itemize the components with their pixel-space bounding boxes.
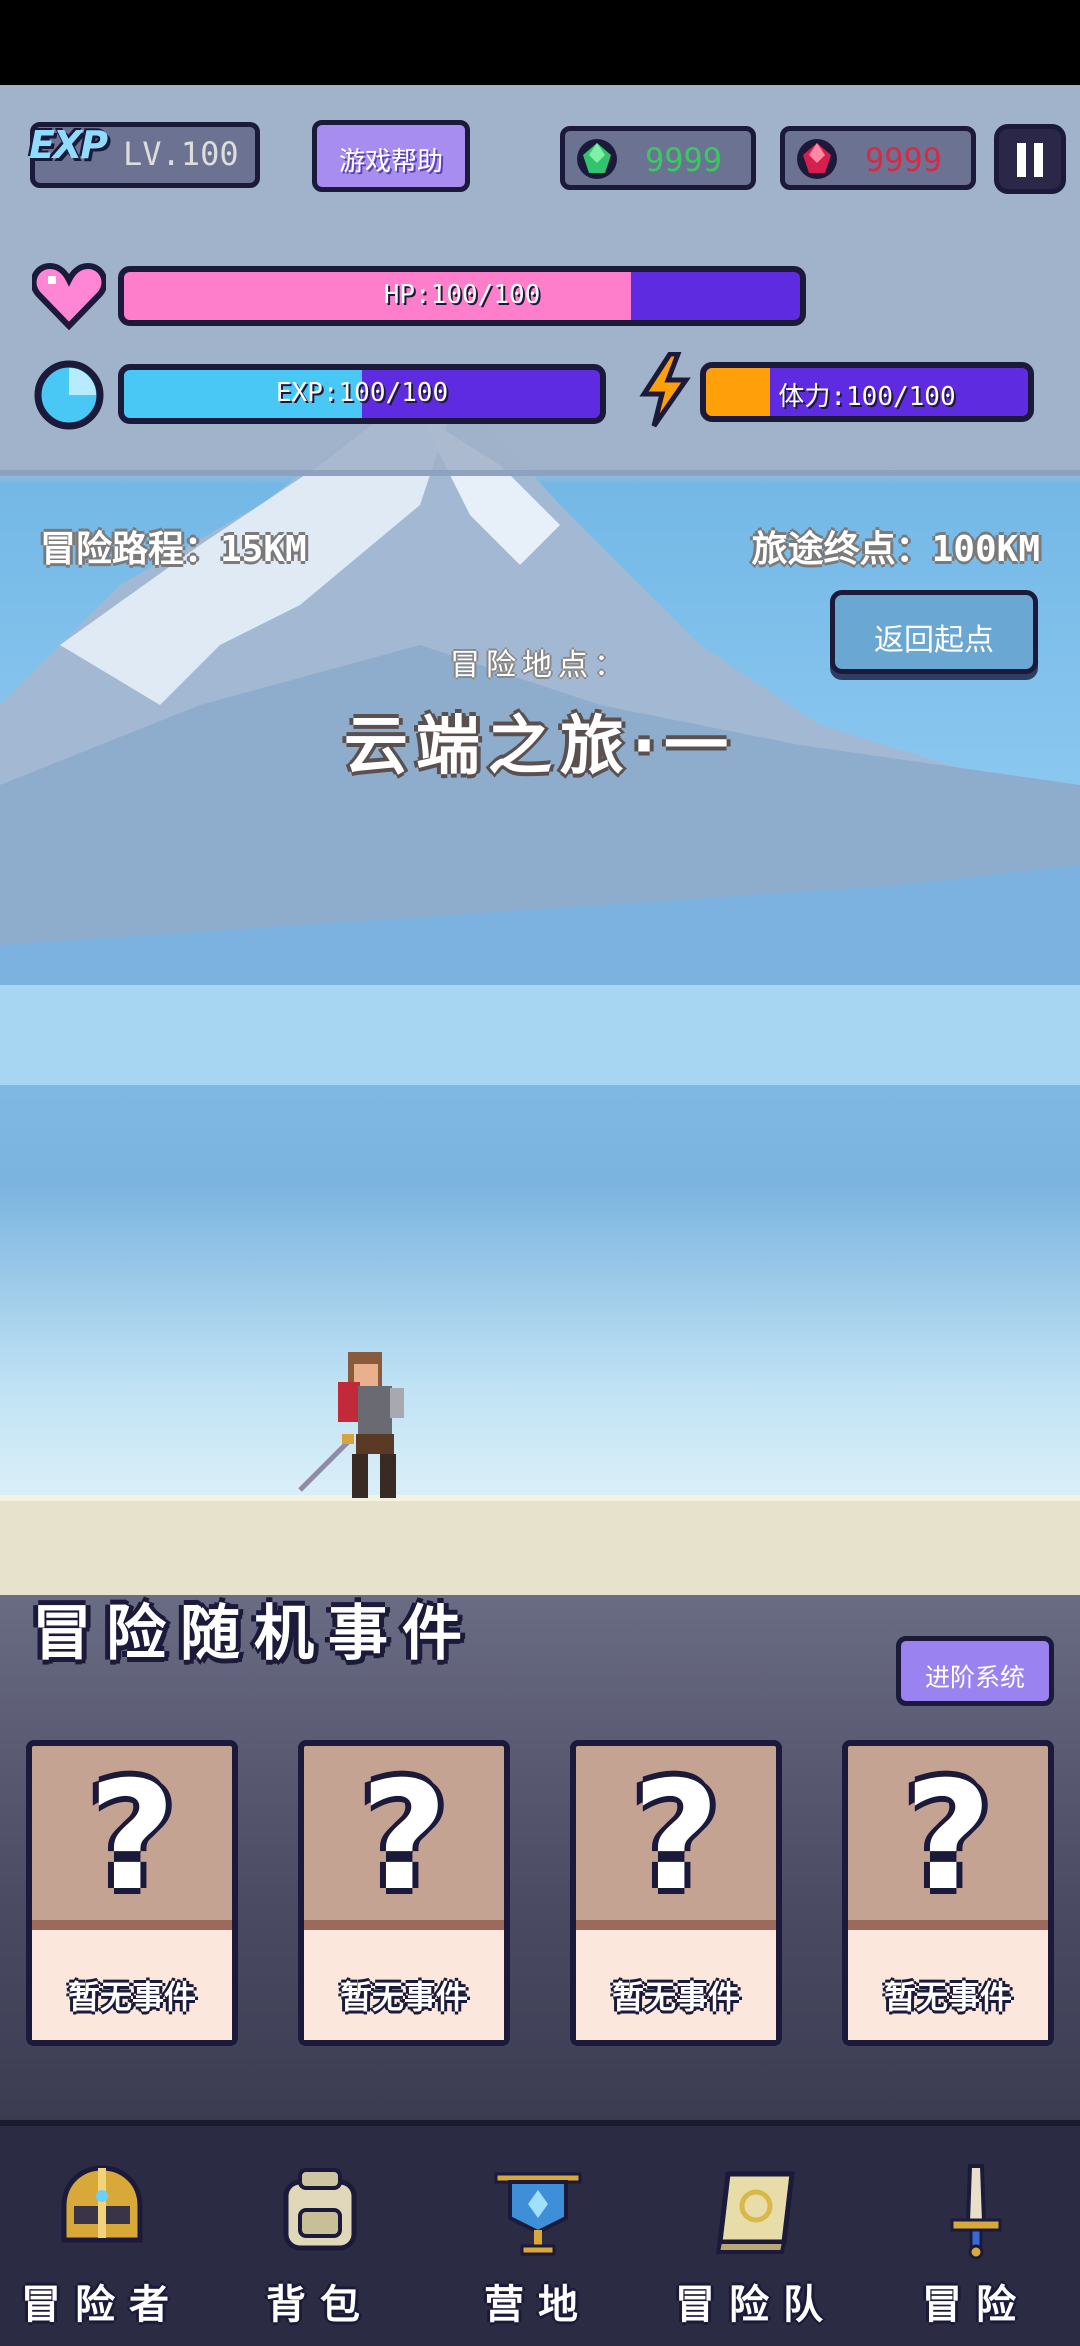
game-help-button[interactable]: 游戏帮助 [312,120,470,192]
lightning-icon [639,352,691,428]
green-gem-counter: 9999 [560,126,756,190]
nav-camp[interactable]: 营地 [438,2150,638,2340]
level-text: LV.100 [123,135,239,173]
event-card-label: 暂无事件 [883,1978,1012,2016]
journey-progress: 冒险路程：15KM [40,529,307,570]
hp-text: HP:100/100 [383,280,541,310]
location-name: 云端之旅·一 [343,710,737,784]
question-mark-icon: ? [904,1750,992,1924]
green-gem-count: 9999 [645,141,723,179]
helmet-icon [61,2165,143,2243]
red-gem-count: 9999 [865,141,943,179]
game-help-label: 游戏帮助 [338,147,443,177]
event-card-4[interactable]: ? 暂无事件 [842,1740,1054,2046]
green-gem-icon [577,139,617,179]
hero-character [298,1352,404,1498]
pause-icon [1017,143,1043,177]
snow-ground [0,1495,1080,1595]
sword-icon [950,2164,1002,2260]
red-gem-counter: 9999 [780,126,976,190]
event-card-2[interactable]: ? 暂无事件 [298,1740,510,2046]
book-icon [715,2171,795,2254]
advancement-system-button[interactable]: 进阶系统 [896,1636,1054,1706]
advancement-system-label: 进阶系统 [924,1663,1025,1692]
banner-icon [494,2172,582,2256]
event-card-1[interactable]: ? 暂无事件 [26,1740,238,2046]
exp-orb-icon [34,360,104,430]
exp-bar: EXP:100/100 [118,364,606,424]
heart-icon [32,262,106,330]
backpack-icon [283,2168,357,2251]
stamina-bar: 体力:100/100 [700,362,1034,422]
question-mark-icon: ? [632,1750,720,1924]
nav-adventurer-label: 冒险者 [21,2282,183,2328]
event-card-label: 暂无事件 [611,1978,740,2016]
status-bar [0,0,1080,85]
event-card-3[interactable]: ? 暂无事件 [570,1740,782,2046]
exp-logo: EXP [29,123,108,167]
journey-destination: 旅途终点：100KM [751,529,1040,570]
nav-party[interactable]: 冒险队 [656,2150,856,2340]
pause-button[interactable] [994,124,1066,194]
nav-adventure[interactable]: 冒险 [876,2150,1076,2340]
nav-backpack[interactable]: 背包 [220,2150,420,2340]
exp-text: EXP:100/100 [275,378,449,408]
nav-camp-label: 营地 [484,2282,592,2328]
question-mark-icon: ? [88,1750,176,1924]
event-card-label: 暂无事件 [67,1978,196,2016]
red-gem-icon [797,139,837,179]
event-panel-title: 冒险随机事件 [32,1599,476,1669]
nav-adventure-label: 冒险 [922,2282,1030,2328]
hp-bar: HP:100/100 [118,266,806,326]
level-badge: EXP LV.100 [29,122,260,188]
question-mark-icon: ? [360,1750,448,1924]
nav-adventurer[interactable]: 冒险者 [2,2150,202,2340]
stamina-text: 体力:100/100 [778,382,956,412]
nav-backpack-label: 背包 [266,2282,374,2328]
nav-party-label: 冒险队 [675,2282,837,2328]
location-label: 冒险地点： [450,648,630,683]
event-card-label: 暂无事件 [339,1978,468,2016]
